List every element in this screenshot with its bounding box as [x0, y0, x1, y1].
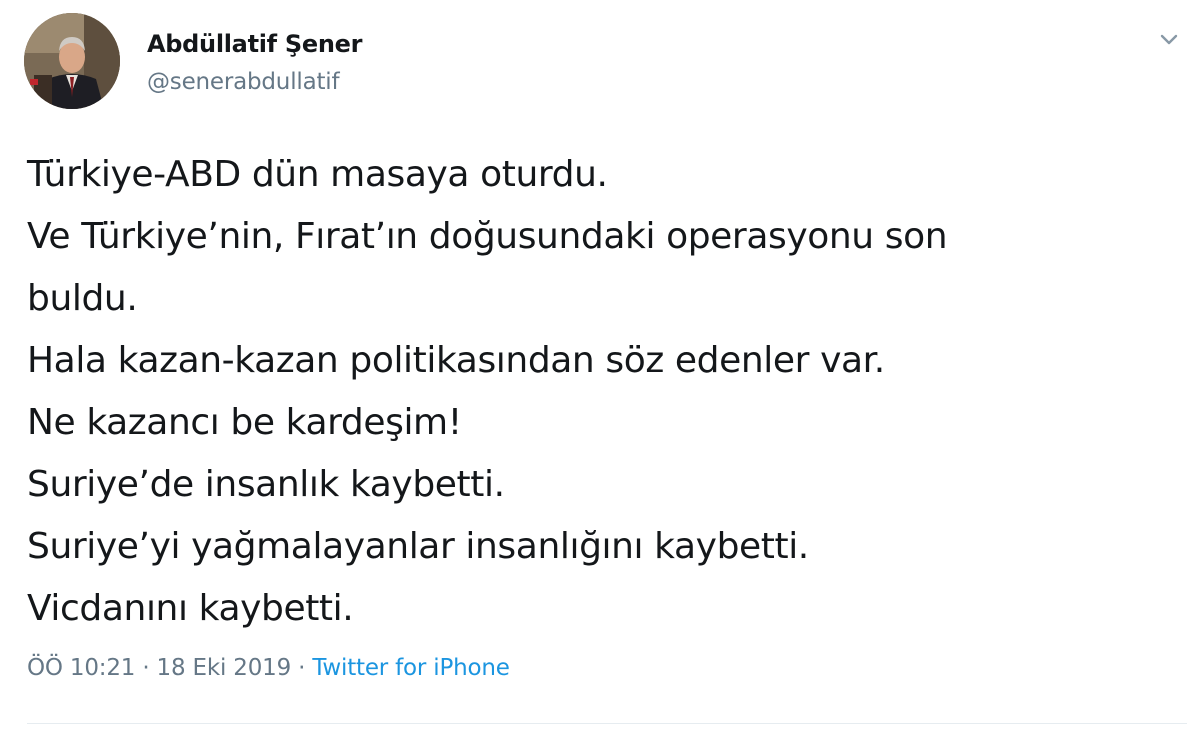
- tweet-text-line: buldu.: [27, 278, 138, 319]
- tweet-date[interactable]: 18 Eki 2019: [157, 655, 292, 681]
- divider: [27, 723, 1187, 724]
- avatar-image: [24, 13, 120, 109]
- tweet-time[interactable]: ÖÖ 10:21: [27, 655, 135, 681]
- tweet-card: Abdüllatif Şener @senerabdullatif Türkiy…: [0, 0, 1200, 731]
- author-handle[interactable]: @senerabdullatif: [147, 69, 340, 95]
- tweet-text-line: Suriye’de insanlık kaybetti.: [27, 464, 505, 505]
- tweet-text-line: Suriye’yi yağmalayanlar insanlığını kayb…: [27, 526, 809, 567]
- tweet-text-line: Ne kazancı be kardeşim!: [27, 402, 462, 443]
- tweet-text-line: Türkiye-ABD dün masaya oturdu.: [27, 154, 608, 195]
- meta-separator: ·: [291, 655, 313, 681]
- tweet-text-line: Vicdanını kaybetti.: [27, 588, 354, 629]
- author-name[interactable]: Abdüllatif Şener: [147, 30, 362, 58]
- tweet-text-line: Hala kazan-kazan politikasından söz eden…: [27, 340, 885, 381]
- avatar[interactable]: [24, 13, 120, 109]
- chevron-down-icon[interactable]: [1152, 22, 1186, 56]
- meta-separator: ·: [135, 655, 157, 681]
- tweet-source-link[interactable]: Twitter for iPhone: [312, 655, 510, 681]
- tweet-text: Türkiye-ABD dün masaya oturdu. Ve Türkiy…: [27, 144, 1177, 640]
- tweet-metadata: ÖÖ 10:21 · 18 Eki 2019 · Twitter for iPh…: [27, 655, 510, 681]
- tweet-text-line: Ve Türkiye’nin, Fırat’ın doğusundaki ope…: [27, 216, 948, 257]
